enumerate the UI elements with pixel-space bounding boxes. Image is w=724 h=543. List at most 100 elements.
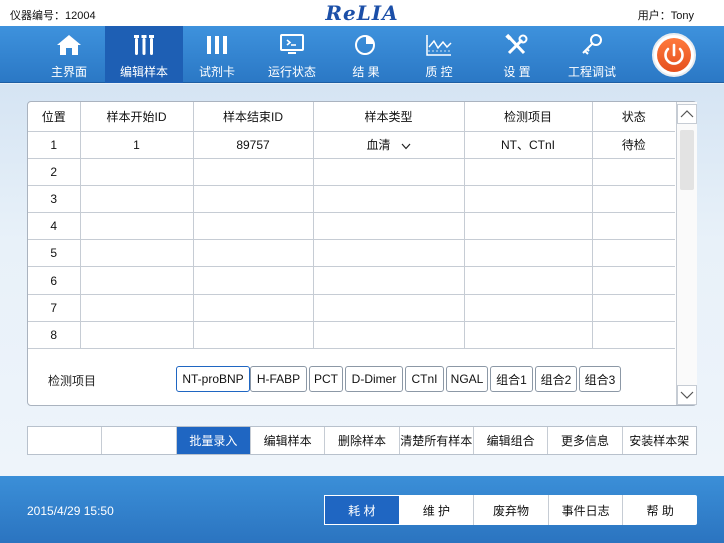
chip-ctni[interactable]: CTnI (405, 366, 444, 392)
table-row[interactable]: 5 (28, 239, 675, 268)
start-id-cell[interactable] (80, 212, 194, 241)
sample-type-select[interactable]: 血清 (313, 131, 465, 159)
chip-combo-3[interactable]: 组合3 (579, 366, 621, 392)
sample-type-cell[interactable] (313, 239, 465, 268)
table-row[interactable]: 8 (28, 321, 675, 350)
table-scrollbar[interactable] (676, 102, 697, 405)
chip-nt-probnp[interactable]: NT-proBNP (176, 366, 250, 392)
nav-item-settings[interactable]: 设 置 (478, 26, 556, 83)
sample-type-cell[interactable] (313, 212, 465, 241)
event-log-button[interactable]: 事件日志 (549, 495, 624, 525)
status-cell (592, 266, 675, 295)
nav-item-home[interactable]: 主界面 (30, 26, 108, 83)
chip-ngal[interactable]: NGAL (446, 366, 488, 392)
test-items-cell[interactable] (464, 212, 593, 241)
nav-label: 主界面 (50, 65, 87, 79)
position-cell: 7 (28, 294, 81, 322)
toolbar-blank-button[interactable] (28, 427, 103, 454)
position-cell: 6 (28, 266, 81, 295)
start-id-cell[interactable] (80, 321, 194, 350)
end-id-cell[interactable] (193, 212, 314, 241)
tools-icon (478, 33, 556, 57)
footer-bar: 2015/4/29 15:50 耗 材 维 护 废弃物 事件日志 帮 助 (0, 476, 724, 543)
end-id-cell[interactable] (193, 185, 314, 214)
edit-sample-button[interactable]: 编辑样本 (251, 427, 326, 454)
chevron-down-icon[interactable] (677, 385, 697, 405)
toolbar-blank-button[interactable] (102, 427, 177, 454)
clear-all-samples-button[interactable]: 清楚所有样本 (400, 427, 474, 454)
table-row[interactable]: 4 (28, 212, 675, 241)
nav-label: 结 果 (352, 65, 380, 79)
test-items-cell[interactable] (464, 185, 593, 214)
status-cell (592, 185, 675, 214)
chevron-down-icon (401, 139, 411, 153)
end-id-cell[interactable] (193, 266, 314, 295)
start-id-cell[interactable] (80, 158, 194, 186)
sample-type-cell[interactable] (313, 158, 465, 186)
nav-label: 质 控 (425, 65, 453, 79)
brand-logo: ReLIA (325, 1, 399, 25)
sample-type-cell[interactable] (313, 266, 465, 295)
test-items-cell[interactable] (464, 266, 593, 295)
chip-h-fabp[interactable]: H-FABP (250, 366, 307, 392)
status-cell (592, 321, 675, 350)
scrollbar-thumb[interactable] (680, 130, 694, 190)
help-button[interactable]: 帮 助 (623, 495, 697, 525)
end-id-cell[interactable] (193, 158, 314, 186)
chip-combo-1[interactable]: 组合1 (490, 366, 533, 392)
sample-type-cell[interactable] (313, 294, 465, 322)
column-header: 样本类型 (313, 102, 465, 132)
position-cell: 4 (28, 212, 81, 241)
waste-button[interactable]: 废弃物 (474, 495, 549, 525)
position-cell: 5 (28, 239, 81, 268)
power-button[interactable] (652, 33, 696, 77)
nav-item-qc[interactable]: 质 控 (400, 26, 478, 83)
start-id-cell[interactable] (80, 266, 194, 295)
test-items-cell[interactable] (464, 158, 593, 186)
end-id-cell[interactable] (193, 294, 314, 322)
nav-item-results[interactable]: 结 果 (327, 26, 405, 83)
position-cell: 8 (28, 321, 81, 350)
test-items-cell[interactable]: NT、CTnI (464, 131, 593, 159)
nav-item-engineering[interactable]: 工程调试 (553, 26, 631, 83)
sample-type-value: 血清 (366, 138, 391, 153)
sample-type-cell[interactable] (313, 185, 465, 214)
current-user: 用户：Tony (637, 10, 694, 22)
monitor-icon (253, 33, 331, 57)
chip-pct[interactable]: PCT (309, 366, 343, 392)
start-id-cell[interactable] (80, 185, 194, 214)
end-id-cell[interactable] (193, 321, 314, 350)
position-cell: 1 (28, 131, 81, 159)
more-info-button[interactable]: 更多信息 (548, 427, 623, 454)
nav-item-reagent-card[interactable]: 试剂卡 (178, 26, 256, 83)
table-row[interactable]: 3 (28, 185, 675, 214)
test-items-cell[interactable] (464, 239, 593, 268)
consumables-button[interactable]: 耗 材 (324, 495, 400, 525)
nav-item-run-status[interactable]: 运行状态 (253, 26, 331, 83)
end-id-cell[interactable]: 89757 (193, 131, 314, 159)
table-row[interactable]: 6 (28, 266, 675, 295)
column-header: 状态 (592, 102, 675, 132)
test-items-cell[interactable] (464, 321, 593, 350)
table-row[interactable]: 7 (28, 294, 675, 322)
edit-combo-button[interactable]: 编辑组合 (474, 427, 549, 454)
column-header: 位置 (28, 102, 81, 132)
start-id-cell[interactable] (80, 294, 194, 322)
table-row[interactable]: 1 1 89757 血清 NT、CTnI 待检 (28, 131, 675, 159)
start-id-cell[interactable] (80, 239, 194, 268)
table-row[interactable]: 2 (28, 158, 675, 186)
chip-combo-2[interactable]: 组合2 (535, 366, 577, 392)
device-id: 仪器编号：12004 (10, 10, 96, 22)
end-id-cell[interactable] (193, 239, 314, 268)
batch-entry-button[interactable]: 批量录入 (176, 427, 251, 454)
start-id-cell[interactable]: 1 (80, 131, 194, 159)
install-rack-button[interactable]: 安装样本架 (623, 427, 696, 454)
delete-sample-button[interactable]: 删除样本 (325, 427, 400, 454)
nav-item-edit-sample[interactable]: 编辑样本 (105, 26, 183, 83)
maintenance-button[interactable]: 维 护 (400, 495, 475, 525)
sample-type-cell[interactable] (313, 321, 465, 350)
test-items-cell[interactable] (464, 294, 593, 322)
chevron-up-icon[interactable] (677, 104, 697, 124)
nav-label: 编辑样本 (119, 65, 168, 79)
chip-d-dimer[interactable]: D-Dimer (345, 366, 403, 392)
